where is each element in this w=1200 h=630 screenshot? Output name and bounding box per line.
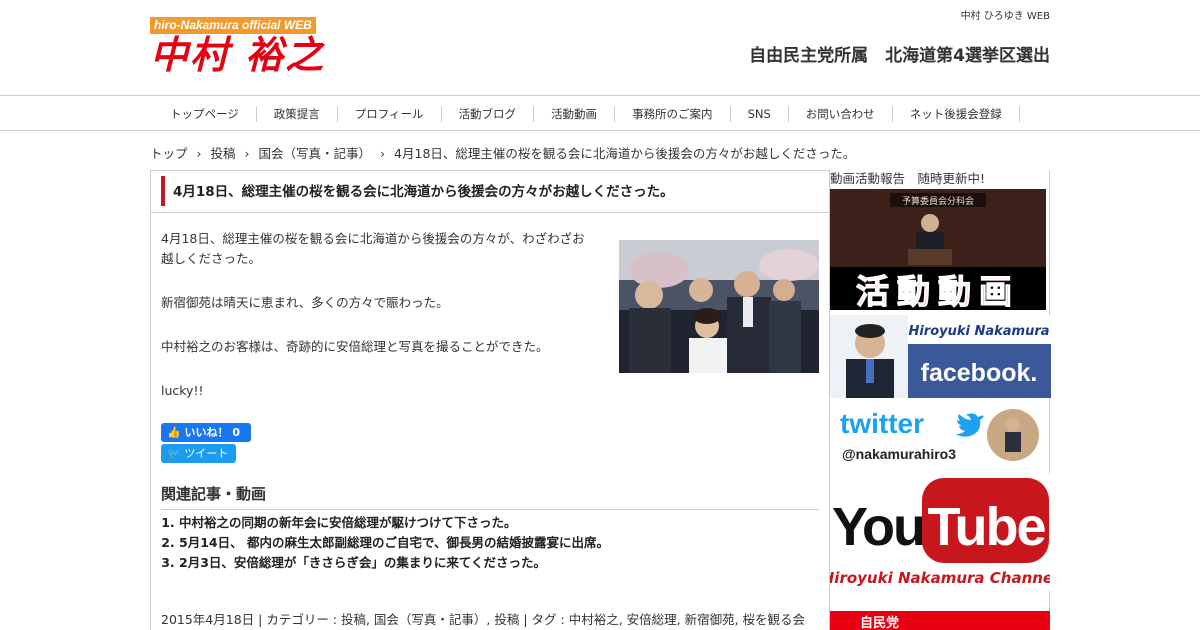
breadcrumb-separator: › (196, 146, 202, 161)
video-banner-image: 予算委員会分科会 活動動画 (830, 189, 1046, 310)
site-header: hiro-Nakamura official WEB 中村 裕之 中村 ひろゆき… (0, 0, 1200, 96)
nav-item-top[interactable]: トップページ (150, 105, 257, 122)
sidebar: 動画活動報告 随時更新中! 予算委員会分科会 活動動画 Hiroyuki Nak… (830, 170, 1051, 630)
header-tagline: 自由民主党所属 北海道第4選挙区選出 (749, 46, 1050, 66)
facebook-banner-name: Hiroyuki Nakamura (908, 324, 1049, 339)
facebook-banner-image: Hiroyuki Nakamura facebook. (830, 315, 1051, 398)
nav-item-policy[interactable]: 政策提言 (257, 105, 338, 122)
tweet-button[interactable]: 🐦 ツイート (161, 444, 236, 463)
youtube-banner-you: You (832, 497, 924, 557)
site-logo[interactable]: hiro-Nakamura official WEB 中村 裕之 (150, 17, 342, 79)
facebook-like-button[interactable]: 👍 いいね！ 0 (161, 423, 251, 442)
nav-item-register[interactable]: ネット後援会登録 (893, 105, 1020, 122)
post-paragraph: lucky!! (161, 383, 204, 398)
post-meta: 2015年4月18日 | カテゴリー : 投稿, 国会（写真・記事）, 投稿 |… (161, 612, 806, 627)
like-label: いいね！ (184, 426, 229, 439)
header-subtitle: 中村 ひろゆき WEB (960, 11, 1050, 22)
ldp-banner-image: 自民党 (830, 611, 1050, 630)
video-banner-big-text: 活動動画 (856, 272, 1020, 310)
facebook-banner-brand: facebook. (921, 359, 1038, 387)
logo-tagline: hiro-Nakamura official WEB (150, 17, 316, 34)
post-paragraph: 新宿御苑は晴天に恵まれ、多くの方々で賑わった。 (161, 295, 449, 310)
nav-item-video[interactable]: 活動動画 (534, 105, 616, 122)
twitter-banner[interactable]: twitter @nakamurahiro3 (830, 403, 1046, 468)
twitter-bird-icon: 🐦 (167, 447, 181, 460)
breadcrumb: トップ › 投稿 › 国会（写真・記事） › 4月18日、総理主催の桜を観る会に北海道から後… (150, 143, 855, 162)
twitter-banner-image: twitter @nakamurahiro3 (830, 403, 1046, 468)
facebook-banner[interactable]: Hiroyuki Nakamura facebook. (830, 315, 1051, 398)
video-banner-top-text: 予算委員会分科会 (902, 195, 974, 207)
nav-item-sns[interactable]: SNS (731, 105, 789, 122)
youtube-banner-image: You Tube Hiroyuki Nakamura Channel (830, 473, 1050, 591)
nav-item-blog[interactable]: 活動ブログ (442, 105, 535, 122)
tweet-label: ツイート (184, 447, 229, 460)
twitter-banner-handle: @nakamurahiro3 (842, 446, 956, 462)
nav-item-office[interactable]: 事務所のご案内 (615, 105, 731, 122)
thumbs-up-icon: 👍 (167, 426, 181, 439)
related-heading: 関連記事・動画 (161, 483, 819, 510)
post-title-bar: 4月18日、総理主催の桜を観る会に北海道から後援会の方々がお越しくださった。 (151, 171, 829, 213)
article: 4月18日、総理主催の桜を観る会に北海道から後援会の方々がお越しくださった。 4… (150, 170, 830, 630)
breadcrumb-separator: › (380, 146, 386, 161)
twitter-banner-brand: twitter (840, 408, 924, 439)
post-paragraph: 4月18日、総理主催の桜を観る会に北海道から後援会の方々が、わざわざお越しくださ… (161, 231, 585, 266)
breadcrumb-current: 4月18日、総理主催の桜を観る会に北海道から後援会の方々がお越しくださった。 (394, 146, 856, 161)
youtube-banner-channel: Hiroyuki Nakamura Channel (830, 569, 1050, 587)
sidebar-heading: 動画活動報告 随時更新中! (830, 171, 986, 186)
breadcrumb-top[interactable]: トップ (150, 146, 188, 161)
ldp-banner[interactable]: 自民党 (830, 611, 1050, 630)
breadcrumb-category[interactable]: 国会（写真・記事） (259, 146, 372, 161)
logo-name: 中村 裕之 (150, 33, 326, 77)
breadcrumb-post[interactable]: 投稿 (211, 146, 236, 161)
related-item[interactable]: 2月3日、安倍総理が「きさらぎ会」の集まりに来てくださった。 (179, 553, 819, 573)
group-photo-image (619, 240, 819, 373)
post-title: 4月18日、総理主催の桜を観る会に北海道から後援会の方々がお越しくださった。 (173, 184, 674, 200)
related-item[interactable]: 5月14日、 都内の麻生太郎副総理のご自宅で、御長男の結婚披露宴に出席。 (179, 533, 819, 553)
related-item[interactable]: 中村裕之の同期の新年会に安倍総理が駆けつけて下さった。 (179, 513, 819, 533)
youtube-banner-tube: Tube (928, 497, 1046, 557)
video-banner[interactable]: 予算委員会分科会 活動動画 (830, 189, 1046, 310)
post-body: 4月18日、総理主催の桜を観る会に北海道から後援会の方々が、わざわざお越しくださ… (161, 229, 591, 425)
post-paragraph: 中村裕之のお客様は、奇跡的に安倍総理と写真を撮ることができた。 (161, 339, 549, 354)
nav-item-contact[interactable]: お問い合わせ (789, 105, 893, 122)
related-list: 中村裕之の同期の新年会に安倍総理が駆けつけて下さった。 5月14日、 都内の麻生… (179, 513, 819, 573)
global-nav: トップページ 政策提言 プロフィール 活動ブログ 活動動画 事務所のご案内 SN… (0, 96, 1200, 131)
ldp-banner-text: 自民党 (860, 615, 899, 630)
youtube-banner[interactable]: You Tube Hiroyuki Nakamura Channel (830, 473, 1050, 591)
post-photo[interactable] (619, 240, 819, 373)
nav-item-profile[interactable]: プロフィール (338, 105, 442, 122)
like-count: 0 (232, 426, 241, 439)
breadcrumb-separator: › (244, 146, 250, 161)
